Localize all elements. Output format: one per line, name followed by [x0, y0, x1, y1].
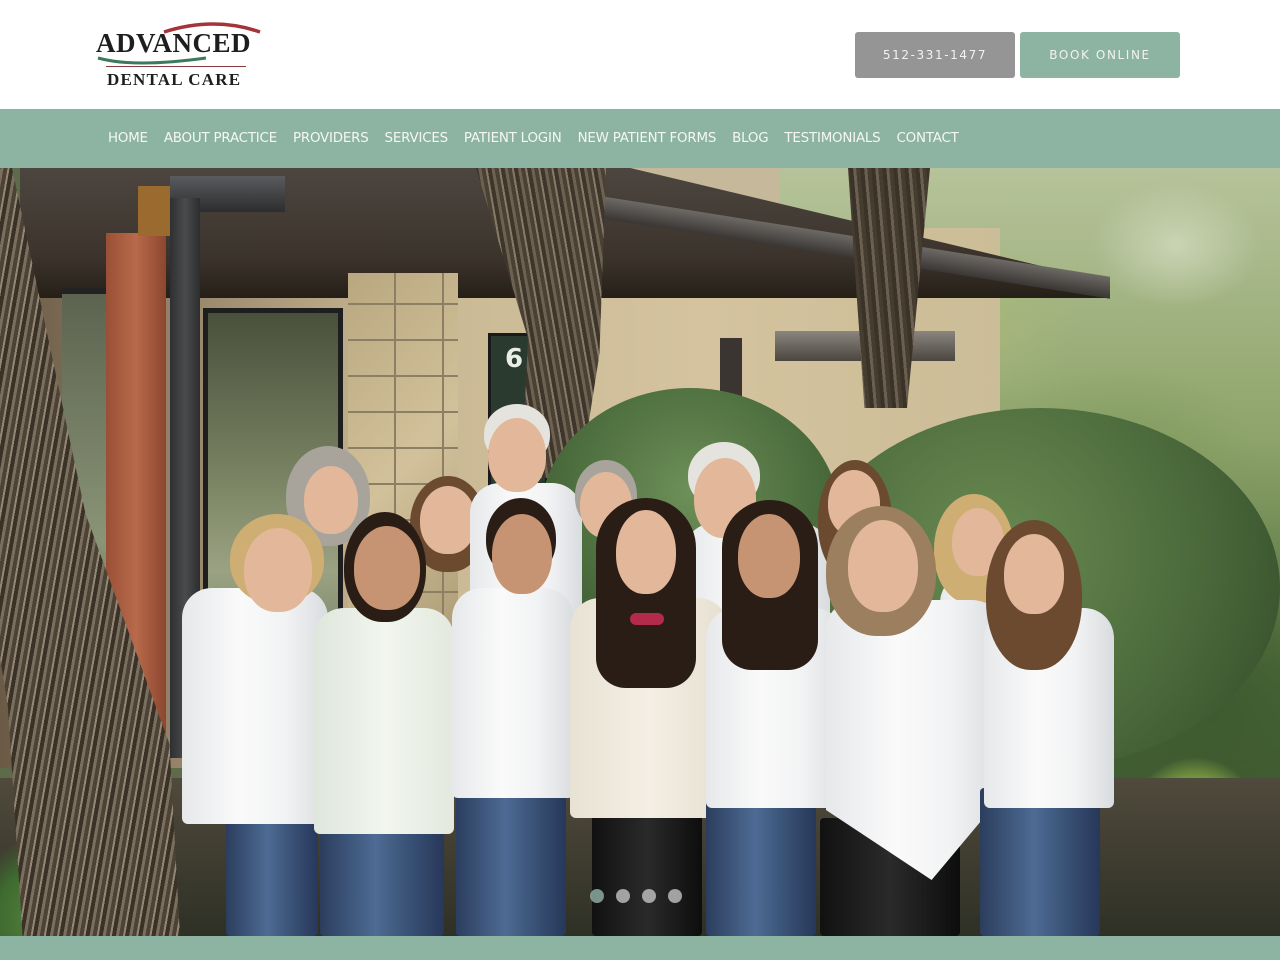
- person-face: [304, 466, 358, 534]
- nav-item-patient-login[interactable]: PATIENT LOGIN: [464, 131, 562, 146]
- hero-slider: 6: [0, 168, 1280, 936]
- person-face: [1004, 534, 1064, 614]
- person-shirt: [314, 608, 454, 834]
- person-jeans: [706, 788, 816, 936]
- nav-item-about-practice[interactable]: ABOUT PRACTICE: [164, 131, 277, 146]
- nav-item-contact[interactable]: CONTACT: [896, 131, 958, 146]
- nav-item-home[interactable]: HOME: [108, 131, 148, 146]
- person-face: [492, 514, 552, 594]
- slider-dot-4[interactable]: [668, 889, 682, 903]
- nav-item-blog[interactable]: BLOG: [732, 131, 768, 146]
- slider-dot-1[interactable]: [590, 889, 604, 903]
- nav-item-services[interactable]: SERVICES: [385, 131, 449, 146]
- nav-item-testimonials[interactable]: TESTIMONIALS: [784, 131, 880, 146]
- logo-divider: [106, 66, 246, 67]
- building-number: 6: [505, 344, 524, 374]
- slider-dot-3[interactable]: [642, 889, 656, 903]
- person-face: [616, 510, 676, 594]
- person-face: [848, 520, 918, 612]
- slider-dot-2[interactable]: [616, 889, 630, 903]
- site-header: ADVANCED DENTAL CARE 512-331-1477 BOOK O…: [0, 0, 1280, 109]
- main-nav: HOME ABOUT PRACTICE PROVIDERS SERVICES P…: [0, 109, 1280, 168]
- person-face: [488, 418, 546, 492]
- section-band: [0, 936, 1280, 960]
- logo[interactable]: ADVANCED DENTAL CARE: [94, 18, 264, 92]
- slider-pagination: [590, 889, 682, 903]
- logo-title: ADVANCED: [96, 28, 252, 58]
- necklace: [630, 613, 664, 625]
- person-face: [354, 526, 420, 610]
- book-online-button[interactable]: BOOK ONLINE: [1020, 32, 1180, 78]
- person-face: [738, 514, 800, 598]
- person-jeans: [456, 788, 566, 936]
- person-face: [244, 528, 312, 612]
- person-shirt: [452, 588, 574, 798]
- person-jeans: [980, 788, 1100, 936]
- nav-item-new-patient-forms[interactable]: NEW PATIENT FORMS: [578, 131, 717, 146]
- person-face: [420, 486, 476, 554]
- person-jeans: [226, 808, 318, 936]
- nav-item-providers[interactable]: PROVIDERS: [293, 131, 369, 146]
- logo-subtitle: DENTAL CARE: [107, 70, 242, 89]
- phone-button[interactable]: 512-331-1477: [855, 32, 1015, 78]
- person-shirt: [182, 588, 328, 824]
